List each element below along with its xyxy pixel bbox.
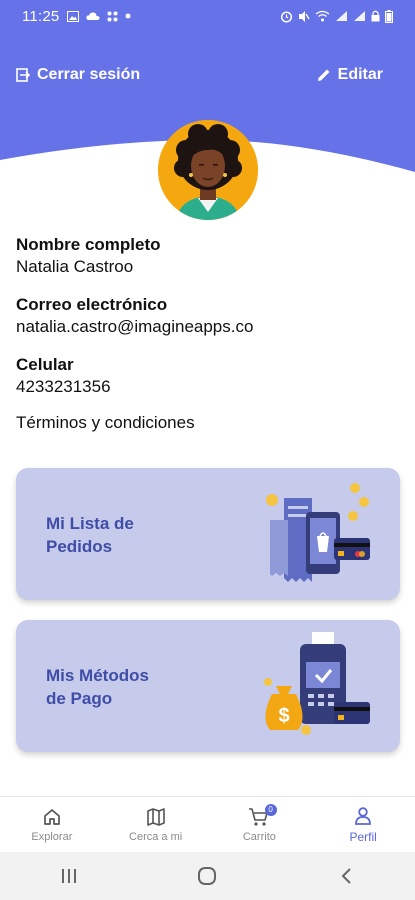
name-label: Nombre completo [16, 235, 161, 254]
recents-icon [62, 869, 77, 883]
orders-title-line1: Mi Lista de [46, 514, 134, 533]
orders-illustration-icon [266, 483, 370, 582]
orders-card-title: Mi Lista de Pedidos [46, 512, 196, 558]
orders-card[interactable]: Mi Lista de Pedidos [16, 468, 400, 600]
home-icon [44, 808, 60, 825]
payment-methods-card[interactable]: Mis Métodos de Pago $ [16, 620, 400, 752]
email-label: Correo electrónico [16, 295, 168, 314]
status-time: 11:25 [22, 7, 60, 25]
signal-icon-2 [354, 11, 365, 21]
home-button[interactable] [177, 861, 237, 891]
wifi-icon [315, 10, 330, 22]
person-icon [355, 806, 372, 825]
system-navigation-bar [0, 852, 415, 900]
gallery-icon [67, 10, 80, 22]
alarm-icon [280, 10, 293, 23]
payment-card-title: Mis Métodos de Pago [46, 664, 196, 710]
pencil-icon [317, 69, 330, 81]
nav-explorar-label: Explorar [31, 830, 73, 843]
nav-perfil-label: Perfil [349, 829, 377, 844]
svg-text:$: $ [278, 705, 289, 727]
status-bar: 11:25 [0, 0, 415, 32]
logout-label: Cerrar sesión [37, 66, 141, 83]
mute-icon [299, 10, 310, 22]
nav-carrito-label: Carrito [242, 830, 276, 843]
payment-title-line1: Mis Métodos [46, 666, 149, 685]
map-icon [146, 807, 165, 826]
terms-link[interactable]: Términos y condiciones [16, 412, 195, 434]
dot-icon [125, 13, 131, 19]
phone-value: 4233231356 [16, 377, 111, 396]
nav-carrito[interactable]: 0 Carrito [208, 797, 312, 852]
avatar [158, 120, 258, 220]
grid-icon [107, 11, 118, 21]
email-value: natalia.castro@imagineapps.co [16, 317, 254, 336]
logout-icon [16, 68, 30, 82]
nav-cerca[interactable]: Cerca a mi [104, 797, 208, 852]
profile-header: 11:25 Cerrar sesión Editar [0, 0, 415, 220]
bottom-navigation: Explorar Cerca a mi 0 Carrito Perfil [0, 796, 415, 852]
nav-explorar[interactable]: Explorar [0, 797, 104, 852]
home-circle-icon [198, 867, 217, 885]
payment-title-line2: de Pago [46, 689, 113, 708]
recents-button[interactable] [39, 861, 99, 891]
nav-cerca-label: Cerca a mi [129, 830, 183, 843]
logout-button[interactable]: Cerrar sesión [16, 64, 140, 86]
profile-info: Nombre completo Natalia Castroo Correo e… [16, 234, 396, 414]
orders-title-line2: Pedidos [46, 537, 113, 556]
battery-icon [385, 9, 393, 23]
back-icon [341, 868, 351, 884]
signal-icon [336, 11, 347, 21]
avatar-illustration [158, 120, 258, 220]
edit-label: Editar [337, 66, 383, 83]
phone-label: Celular [16, 355, 74, 374]
back-button[interactable] [316, 861, 376, 891]
payment-illustration-icon: $ [264, 632, 370, 735]
cloud-icon [86, 12, 100, 20]
nav-perfil[interactable]: Perfil [311, 797, 415, 852]
edit-button[interactable]: Editar [317, 64, 383, 86]
lock-icon [371, 10, 380, 22]
cart-badge: 0 [264, 804, 277, 816]
name-value: Natalia Castroo [16, 257, 134, 276]
